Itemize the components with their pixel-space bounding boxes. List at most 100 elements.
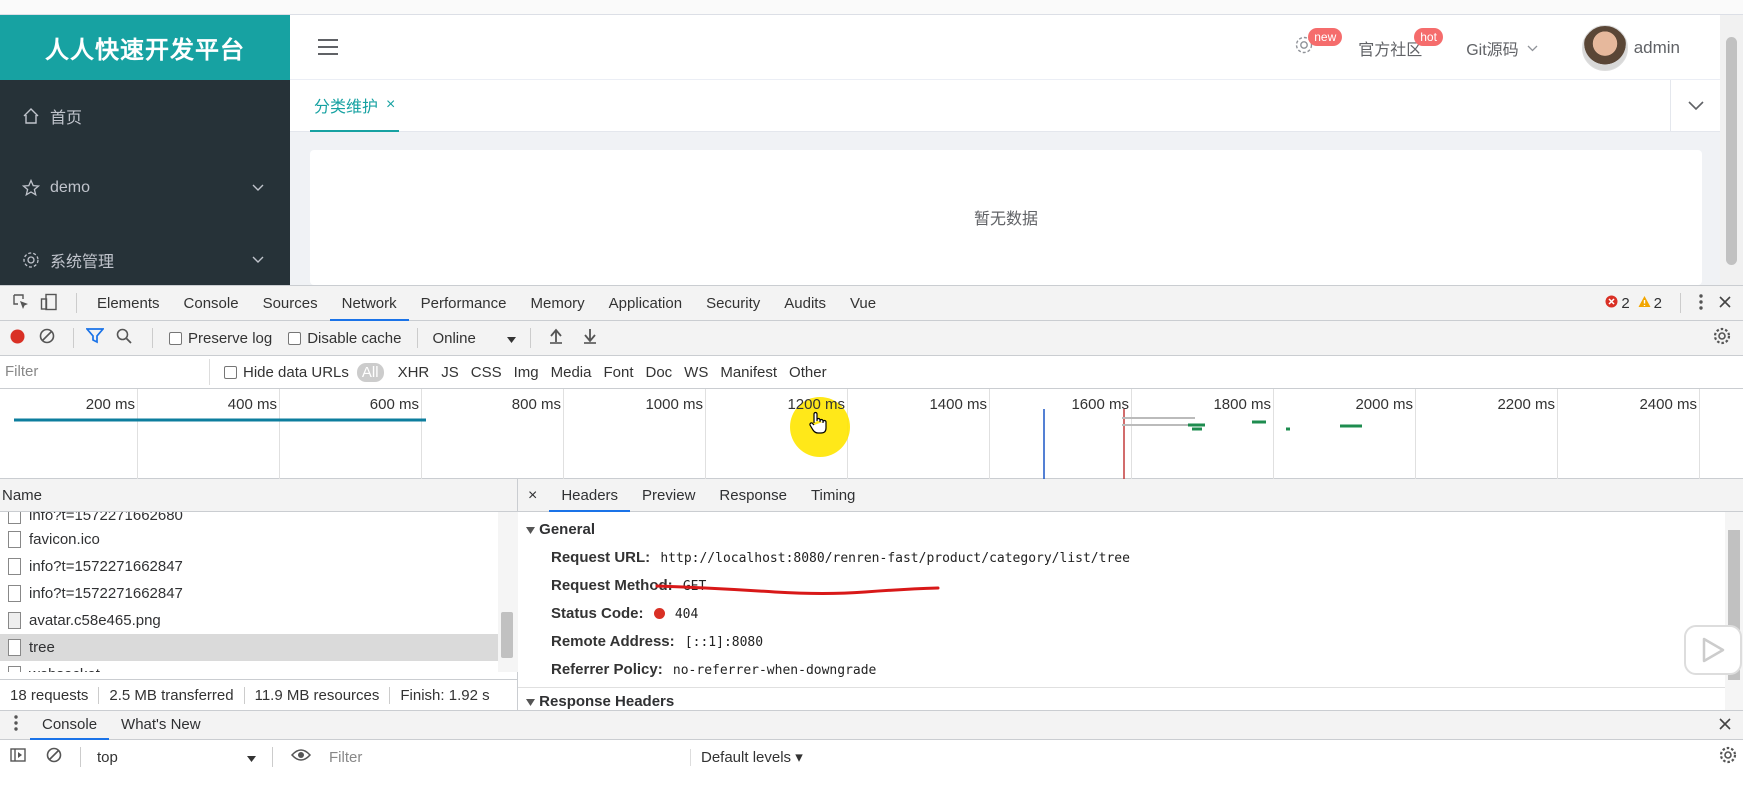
sidebar-item-demo[interactable]: demo xyxy=(0,152,290,224)
tab-sources[interactable]: Sources xyxy=(251,286,330,321)
tab-preview[interactable]: Preview xyxy=(630,479,707,512)
hide-data-urls-checkbox[interactable]: Hide data URLs xyxy=(210,364,357,381)
filter-type-media[interactable]: Media xyxy=(545,364,598,381)
tab-timing[interactable]: Timing xyxy=(799,479,867,512)
sidebar-toggle-icon[interactable] xyxy=(0,748,36,766)
tab-performance[interactable]: Performance xyxy=(409,286,519,321)
close-icon[interactable] xyxy=(1707,717,1743,734)
tab-elements[interactable]: Elements xyxy=(85,286,172,321)
inspect-icon[interactable] xyxy=(0,293,38,314)
hamburger-icon[interactable] xyxy=(317,37,339,60)
detail-scrollbar[interactable] xyxy=(1725,512,1743,710)
network-filter-bar: Filter Hide data URLs All XHR JS CSS Img… xyxy=(0,356,1743,389)
play-icon[interactable] xyxy=(1684,625,1742,675)
tab-security[interactable]: Security xyxy=(694,286,772,321)
tab-audits[interactable]: Audits xyxy=(772,286,838,321)
community-link[interactable]: 官方社区 hot xyxy=(1336,15,1444,80)
chevron-down-icon xyxy=(252,179,264,197)
settings-gear-icon[interactable] xyxy=(1701,327,1743,349)
filter-type-all[interactable]: All xyxy=(356,362,384,382)
filter-type-xhr[interactable]: XHR xyxy=(392,364,436,381)
tab-response[interactable]: Response xyxy=(707,479,799,512)
drawer-tab-console[interactable]: Console xyxy=(30,710,110,740)
settings-gear-icon[interactable] xyxy=(1713,746,1743,768)
filter-type-css[interactable]: CSS xyxy=(465,364,508,381)
context-select[interactable]: top xyxy=(89,749,264,766)
close-detail-button[interactable]: × xyxy=(518,479,549,512)
log-levels-select[interactable]: Default levels ▾ xyxy=(691,748,813,766)
general-section-toggle[interactable]: General xyxy=(518,516,1743,544)
request-row[interactable]: info?t=1572271662847 xyxy=(0,580,517,607)
record-icon[interactable] xyxy=(0,329,33,348)
sidebar-item-label: demo xyxy=(50,179,91,196)
hand-cursor-icon xyxy=(808,411,828,438)
more-icon[interactable] xyxy=(1689,293,1713,313)
clear-icon[interactable] xyxy=(33,328,65,348)
tab-category[interactable]: 分类维护 × xyxy=(310,80,400,132)
tab-label: 分类维护 xyxy=(314,99,379,116)
drawer-tab-whats-new[interactable]: What's New xyxy=(109,710,213,740)
user-menu[interactable]: admin xyxy=(1560,15,1720,80)
filter-input[interactable]: Filter xyxy=(0,359,210,385)
requests-scrollbar[interactable] xyxy=(498,512,518,672)
filter-type-doc[interactable]: Doc xyxy=(639,364,678,381)
filter-type-js[interactable]: JS xyxy=(435,364,465,381)
hot-badge: hot xyxy=(1414,28,1443,46)
network-timeline[interactable]: 200 ms 400 ms 600 ms 800 ms 1000 ms 1200… xyxy=(0,389,1743,479)
request-row[interactable]: info?t=1572271662847 xyxy=(0,553,517,580)
git-dropdown[interactable]: Git源码 xyxy=(1444,15,1559,80)
preserve-log-checkbox[interactable]: Preserve log xyxy=(161,330,280,347)
requests-header[interactable]: Name xyxy=(0,479,517,512)
filter-type-manifest[interactable]: Manifest xyxy=(714,364,783,381)
sidebar-item-home[interactable]: 首页 xyxy=(0,80,290,152)
detail-tabs: × Headers Preview Response Timing xyxy=(518,479,1743,512)
network-summary: 18 requests 2.5 MB transferred 11.9 MB r… xyxy=(0,679,518,710)
request-row[interactable]: favicon.ico xyxy=(0,526,517,553)
drawer-tabs: Console What's New xyxy=(0,710,1743,740)
filter-type-ws[interactable]: WS xyxy=(678,364,714,381)
filter-type-other[interactable]: Other xyxy=(783,364,833,381)
caret-down-icon xyxy=(247,749,256,766)
filter-type-img[interactable]: Img xyxy=(508,364,545,381)
eye-icon[interactable] xyxy=(281,748,321,766)
chevron-down-icon xyxy=(1527,39,1538,57)
filter-icon[interactable] xyxy=(82,328,112,348)
clear-console-icon[interactable] xyxy=(36,747,72,767)
request-row[interactable]: websocket xyxy=(0,661,517,672)
device-toggle-icon[interactable] xyxy=(38,293,68,314)
remote-address-value: [::1]:8080 xyxy=(684,635,764,650)
chevron-down-icon xyxy=(252,251,264,269)
close-icon[interactable]: × xyxy=(386,96,395,114)
export-icon[interactable] xyxy=(573,328,607,348)
file-icon xyxy=(8,585,21,602)
status-error-icon xyxy=(653,608,665,619)
tab-memory[interactable]: Memory xyxy=(519,286,597,321)
issue-counters[interactable]: 2 2 xyxy=(1605,295,1672,312)
file-icon xyxy=(8,512,21,524)
request-row-selected[interactable]: tree xyxy=(0,634,498,661)
file-icon xyxy=(8,531,21,548)
search-icon[interactable] xyxy=(112,328,144,348)
request-row[interactable]: info?t=1572271662680 xyxy=(0,512,517,526)
import-icon[interactable] xyxy=(539,328,573,348)
console-filter-input[interactable]: Filter xyxy=(321,748,691,766)
app-area: 人人快速开发平台 首页 demo 系统管理 new 官方社区 hot Git源码… xyxy=(0,0,1743,285)
general-title: General xyxy=(539,521,596,538)
tab-headers[interactable]: Headers xyxy=(549,479,631,512)
filter-type-font[interactable]: Font xyxy=(597,364,639,381)
disable-cache-checkbox[interactable]: Disable cache xyxy=(280,330,409,347)
page-scrollbar[interactable] xyxy=(1720,15,1743,285)
close-icon[interactable] xyxy=(1713,295,1743,311)
throttle-select[interactable]: Online xyxy=(426,330,522,347)
tab-console[interactable]: Console xyxy=(172,286,251,321)
tabs-dropdown-button[interactable] xyxy=(1670,80,1720,132)
request-row[interactable]: avatar.c58e465.png xyxy=(0,607,517,634)
tab-vue[interactable]: Vue xyxy=(838,286,888,321)
tab-application[interactable]: Application xyxy=(597,286,694,321)
settings-nav-item[interactable]: new xyxy=(1272,15,1343,80)
community-label: 官方社区 xyxy=(1358,41,1423,59)
drawer-menu-icon[interactable] xyxy=(0,715,30,735)
disable-cache-label: Disable cache xyxy=(307,329,402,347)
tab-network[interactable]: Network xyxy=(329,286,409,321)
file-icon xyxy=(8,666,21,672)
